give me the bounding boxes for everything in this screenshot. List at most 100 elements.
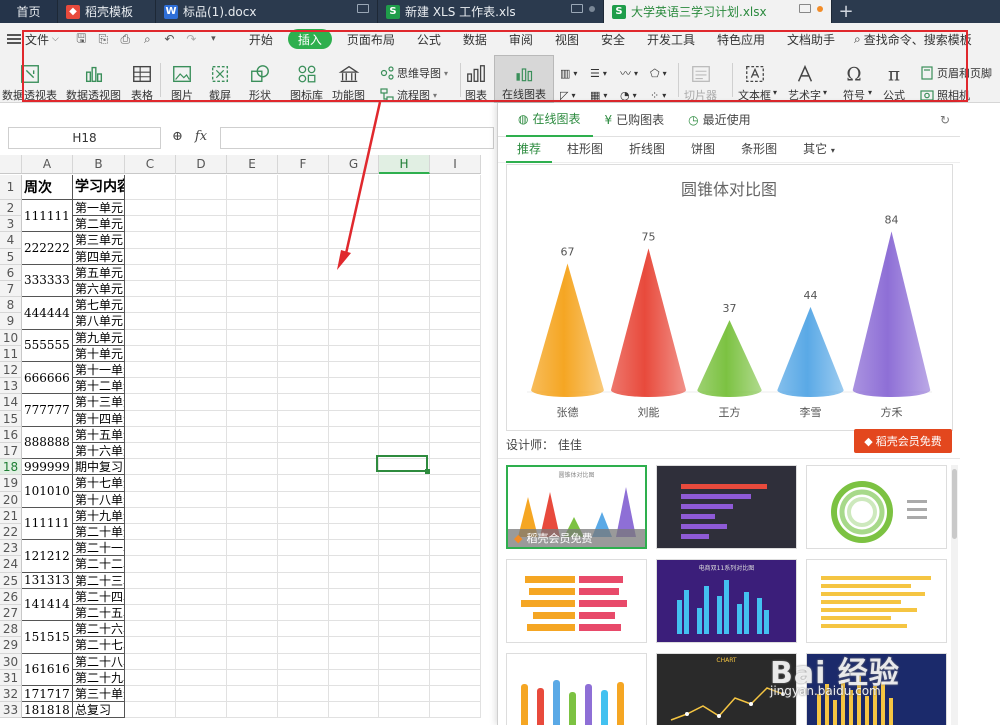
template-thumb[interactable] (806, 465, 947, 549)
week-cell[interactable]: 888888 (22, 426, 73, 460)
cell[interactable] (227, 281, 278, 298)
gallery-scrollbar[interactable] (951, 465, 958, 725)
cell[interactable] (227, 264, 278, 281)
cell[interactable] (176, 686, 227, 703)
cell[interactable] (176, 394, 227, 411)
row-header[interactable]: 14 (0, 394, 22, 411)
cell[interactable] (329, 621, 379, 638)
cell[interactable] (176, 491, 227, 508)
cell[interactable] (125, 264, 176, 281)
week-cell[interactable]: 161616 (22, 653, 73, 686)
tab-xls[interactable]: S 新建 XLS 工作表.xls (378, 0, 604, 23)
tab-docer[interactable]: ◆ 稻壳模板 (58, 0, 156, 23)
cell[interactable] (125, 524, 176, 541)
cell[interactable] (227, 459, 278, 476)
cell[interactable] (227, 605, 278, 622)
cell[interactable] (125, 653, 176, 670)
pivot-table-button[interactable]: 数据透视表 (2, 55, 57, 103)
row-header[interactable]: 15 (0, 410, 22, 427)
cell[interactable] (125, 621, 176, 638)
cell[interactable] (430, 313, 481, 330)
row-header[interactable]: 27 (0, 605, 22, 622)
content-cell[interactable]: 第二十七单元 (73, 637, 125, 654)
cell[interactable] (278, 362, 329, 379)
content-cell[interactable]: 第十九单元 (73, 507, 125, 524)
column-header[interactable]: B (73, 155, 125, 174)
category-recommended[interactable]: 推荐 (506, 137, 553, 163)
cell[interactable] (125, 297, 176, 314)
cell[interactable] (278, 297, 329, 314)
cell[interactable] (227, 475, 278, 492)
cell[interactable] (278, 540, 329, 557)
cell[interactable] (430, 540, 481, 557)
cell[interactable] (379, 491, 430, 508)
cell[interactable] (329, 410, 379, 427)
menu-review[interactable]: 审阅 (498, 29, 544, 49)
cell[interactable] (379, 313, 430, 330)
cell[interactable] (176, 426, 227, 443)
cell[interactable] (278, 394, 329, 411)
function-chart-button[interactable]: 功能图 (332, 55, 365, 103)
more-chevron-icon[interactable]: ▾ (207, 33, 220, 46)
template-thumb[interactable] (506, 653, 647, 725)
row-header[interactable]: 18 (0, 459, 22, 476)
cell[interactable] (379, 556, 430, 573)
cell[interactable] (329, 345, 379, 362)
content-cell[interactable]: 第二十四单元 (73, 588, 125, 605)
cell[interactable] (176, 362, 227, 379)
member-free-button[interactable]: ◆ 稻壳会员免费 (854, 429, 952, 453)
cell[interactable] (329, 248, 379, 265)
cell[interactable] (430, 556, 481, 573)
week-cell[interactable]: 181818 (22, 702, 73, 719)
cell[interactable] (125, 443, 176, 460)
shapes-button[interactable]: 形状 (248, 55, 272, 103)
cell[interactable] (176, 621, 227, 638)
cell[interactable] (125, 426, 176, 443)
row-header[interactable]: 1 (0, 175, 22, 200)
cell[interactable] (227, 491, 278, 508)
cell[interactable] (227, 313, 278, 330)
row-header[interactable]: 5 (0, 248, 22, 265)
cone-bar[interactable] (611, 248, 686, 398)
name-box[interactable]: H18 (8, 127, 161, 149)
cell[interactable] (329, 297, 379, 314)
cell[interactable] (379, 524, 430, 541)
row-header[interactable]: 8 (0, 297, 22, 314)
cell[interactable] (379, 637, 430, 654)
row-header[interactable]: 22 (0, 524, 22, 541)
row-header[interactable]: 17 (0, 443, 22, 460)
column-header[interactable]: G (329, 155, 379, 174)
cell[interactable] (278, 248, 329, 265)
cell[interactable] (278, 459, 329, 476)
content-cell[interactable]: 期中复习 (73, 459, 125, 476)
cell[interactable] (176, 524, 227, 541)
row-header[interactable]: 20 (0, 491, 22, 508)
window-icon[interactable] (571, 4, 583, 13)
menu-formulas[interactable]: 公式 (406, 29, 452, 49)
save-icon[interactable]: 🖫 (75, 31, 88, 46)
cell[interactable] (227, 669, 278, 686)
cell[interactable] (125, 507, 176, 524)
week-cell[interactable]: 111111 (22, 200, 73, 233)
cell[interactable] (329, 459, 379, 476)
cell[interactable] (125, 248, 176, 265)
cell[interactable] (278, 491, 329, 508)
chart-button[interactable]: 图表 (464, 55, 488, 103)
week-cell[interactable]: 222222 (22, 232, 73, 265)
cell[interactable] (379, 475, 430, 492)
week-cell[interactable]: 777777 (22, 394, 73, 427)
content-cell[interactable]: 第二十八单元 (73, 653, 125, 670)
cell[interactable] (430, 524, 481, 541)
cell[interactable] (430, 410, 481, 427)
menu-view[interactable]: 视图 (544, 29, 590, 49)
cell[interactable] (176, 605, 227, 622)
cell[interactable] (430, 232, 481, 249)
cell[interactable] (227, 410, 278, 427)
bar-chart-dropdown[interactable]: ☰ ▾ (590, 63, 607, 83)
template-thumb[interactable]: 电商双11系列对比图 (656, 559, 797, 643)
content-cell[interactable]: 第十三单元 (73, 394, 125, 411)
column-header[interactable]: H (379, 155, 430, 174)
cell[interactable] (329, 216, 379, 233)
content-cell[interactable]: 第三十单元 (73, 686, 125, 703)
flowchart-button[interactable]: 流程图 ▾ (380, 85, 437, 105)
